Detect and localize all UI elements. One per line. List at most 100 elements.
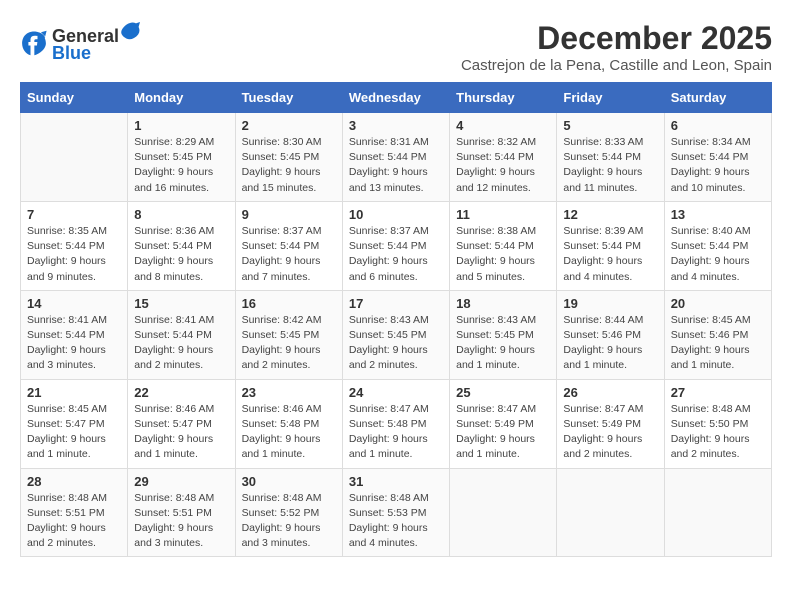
header-thursday: Thursday (450, 83, 557, 113)
table-row: 27 Sunrise: 8:48 AMSunset: 5:50 PMDaylig… (664, 379, 771, 468)
day-info: Sunrise: 8:38 AMSunset: 5:44 PMDaylight:… (456, 225, 536, 283)
day-number: 1 (134, 118, 228, 133)
header-saturday: Saturday (664, 83, 771, 113)
day-info: Sunrise: 8:36 AMSunset: 5:44 PMDaylight:… (134, 225, 214, 283)
day-number: 27 (671, 385, 765, 400)
table-row: 1 Sunrise: 8:29 AMSunset: 5:45 PMDayligh… (128, 113, 235, 202)
header-wednesday: Wednesday (342, 83, 449, 113)
day-info: Sunrise: 8:47 AMSunset: 5:48 PMDaylight:… (349, 403, 429, 461)
day-info: Sunrise: 8:40 AMSunset: 5:44 PMDaylight:… (671, 225, 751, 283)
day-info: Sunrise: 8:37 AMSunset: 5:44 PMDaylight:… (242, 225, 322, 283)
day-info: Sunrise: 8:31 AMSunset: 5:44 PMDaylight:… (349, 136, 429, 194)
table-row: 29 Sunrise: 8:48 AMSunset: 5:51 PMDaylig… (128, 468, 235, 557)
logo-wordmark: General Blue (52, 20, 141, 64)
day-number: 9 (242, 207, 336, 222)
table-row: 13 Sunrise: 8:40 AMSunset: 5:44 PMDaylig… (664, 201, 771, 290)
logo-icon (20, 28, 48, 56)
table-row: 4 Sunrise: 8:32 AMSunset: 5:44 PMDayligh… (450, 113, 557, 202)
calendar-table: Sunday Monday Tuesday Wednesday Thursday… (20, 82, 772, 557)
day-number: 20 (671, 296, 765, 311)
day-number: 2 (242, 118, 336, 133)
day-info: Sunrise: 8:42 AMSunset: 5:45 PMDaylight:… (242, 314, 322, 372)
table-row: 22 Sunrise: 8:46 AMSunset: 5:47 PMDaylig… (128, 379, 235, 468)
day-info: Sunrise: 8:32 AMSunset: 5:44 PMDaylight:… (456, 136, 536, 194)
table-row: 5 Sunrise: 8:33 AMSunset: 5:44 PMDayligh… (557, 113, 664, 202)
day-number: 7 (27, 207, 121, 222)
header-monday: Monday (128, 83, 235, 113)
day-info: Sunrise: 8:46 AMSunset: 5:47 PMDaylight:… (134, 403, 214, 461)
day-number: 13 (671, 207, 765, 222)
calendar-week-2: 7 Sunrise: 8:35 AMSunset: 5:44 PMDayligh… (21, 201, 772, 290)
day-number: 23 (242, 385, 336, 400)
day-number: 30 (242, 474, 336, 489)
table-row (21, 113, 128, 202)
table-row: 21 Sunrise: 8:45 AMSunset: 5:47 PMDaylig… (21, 379, 128, 468)
month-title: December 2025 (461, 20, 772, 57)
table-row: 7 Sunrise: 8:35 AMSunset: 5:44 PMDayligh… (21, 201, 128, 290)
day-info: Sunrise: 8:43 AMSunset: 5:45 PMDaylight:… (349, 314, 429, 372)
day-number: 8 (134, 207, 228, 222)
table-row: 30 Sunrise: 8:48 AMSunset: 5:52 PMDaylig… (235, 468, 342, 557)
table-row: 10 Sunrise: 8:37 AMSunset: 5:44 PMDaylig… (342, 201, 449, 290)
day-info: Sunrise: 8:33 AMSunset: 5:44 PMDaylight:… (563, 136, 643, 194)
day-info: Sunrise: 8:41 AMSunset: 5:44 PMDaylight:… (134, 314, 214, 372)
table-row: 3 Sunrise: 8:31 AMSunset: 5:44 PMDayligh… (342, 113, 449, 202)
day-info: Sunrise: 8:48 AMSunset: 5:53 PMDaylight:… (349, 492, 429, 550)
calendar-week-5: 28 Sunrise: 8:48 AMSunset: 5:51 PMDaylig… (21, 468, 772, 557)
table-row: 24 Sunrise: 8:47 AMSunset: 5:48 PMDaylig… (342, 379, 449, 468)
table-row: 11 Sunrise: 8:38 AMSunset: 5:44 PMDaylig… (450, 201, 557, 290)
day-info: Sunrise: 8:39 AMSunset: 5:44 PMDaylight:… (563, 225, 643, 283)
header-tuesday: Tuesday (235, 83, 342, 113)
table-row: 14 Sunrise: 8:41 AMSunset: 5:44 PMDaylig… (21, 290, 128, 379)
logo-blue: Blue (52, 43, 91, 63)
day-info: Sunrise: 8:48 AMSunset: 5:52 PMDaylight:… (242, 492, 322, 550)
table-row (450, 468, 557, 557)
day-number: 19 (563, 296, 657, 311)
day-number: 15 (134, 296, 228, 311)
calendar-header-row: Sunday Monday Tuesday Wednesday Thursday… (21, 83, 772, 113)
table-row: 16 Sunrise: 8:42 AMSunset: 5:45 PMDaylig… (235, 290, 342, 379)
day-number: 18 (456, 296, 550, 311)
header-friday: Friday (557, 83, 664, 113)
day-number: 25 (456, 385, 550, 400)
day-number: 26 (563, 385, 657, 400)
day-number: 4 (456, 118, 550, 133)
table-row: 28 Sunrise: 8:48 AMSunset: 5:51 PMDaylig… (21, 468, 128, 557)
day-info: Sunrise: 8:45 AMSunset: 5:47 PMDaylight:… (27, 403, 107, 461)
day-number: 17 (349, 296, 443, 311)
day-number: 22 (134, 385, 228, 400)
day-number: 29 (134, 474, 228, 489)
day-number: 21 (27, 385, 121, 400)
table-row (664, 468, 771, 557)
day-info: Sunrise: 8:44 AMSunset: 5:46 PMDaylight:… (563, 314, 643, 372)
day-number: 5 (563, 118, 657, 133)
table-row: 25 Sunrise: 8:47 AMSunset: 5:49 PMDaylig… (450, 379, 557, 468)
day-info: Sunrise: 8:48 AMSunset: 5:50 PMDaylight:… (671, 403, 751, 461)
table-row: 12 Sunrise: 8:39 AMSunset: 5:44 PMDaylig… (557, 201, 664, 290)
table-row: 20 Sunrise: 8:45 AMSunset: 5:46 PMDaylig… (664, 290, 771, 379)
calendar-week-1: 1 Sunrise: 8:29 AMSunset: 5:45 PMDayligh… (21, 113, 772, 202)
day-info: Sunrise: 8:34 AMSunset: 5:44 PMDaylight:… (671, 136, 751, 194)
day-info: Sunrise: 8:48 AMSunset: 5:51 PMDaylight:… (27, 492, 107, 550)
table-row: 19 Sunrise: 8:44 AMSunset: 5:46 PMDaylig… (557, 290, 664, 379)
day-info: Sunrise: 8:47 AMSunset: 5:49 PMDaylight:… (456, 403, 536, 461)
table-row: 2 Sunrise: 8:30 AMSunset: 5:45 PMDayligh… (235, 113, 342, 202)
header: General Blue December 2025 Castrejon de … (20, 20, 772, 74)
day-info: Sunrise: 8:35 AMSunset: 5:44 PMDaylight:… (27, 225, 107, 283)
day-info: Sunrise: 8:43 AMSunset: 5:45 PMDaylight:… (456, 314, 536, 372)
table-row: 23 Sunrise: 8:46 AMSunset: 5:48 PMDaylig… (235, 379, 342, 468)
day-info: Sunrise: 8:30 AMSunset: 5:45 PMDaylight:… (242, 136, 322, 194)
table-row: 18 Sunrise: 8:43 AMSunset: 5:45 PMDaylig… (450, 290, 557, 379)
table-row: 15 Sunrise: 8:41 AMSunset: 5:44 PMDaylig… (128, 290, 235, 379)
table-row: 8 Sunrise: 8:36 AMSunset: 5:44 PMDayligh… (128, 201, 235, 290)
day-number: 28 (27, 474, 121, 489)
day-number: 16 (242, 296, 336, 311)
day-info: Sunrise: 8:41 AMSunset: 5:44 PMDaylight:… (27, 314, 107, 372)
table-row: 26 Sunrise: 8:47 AMSunset: 5:49 PMDaylig… (557, 379, 664, 468)
table-row: 31 Sunrise: 8:48 AMSunset: 5:53 PMDaylig… (342, 468, 449, 557)
day-info: Sunrise: 8:48 AMSunset: 5:51 PMDaylight:… (134, 492, 214, 550)
calendar-week-4: 21 Sunrise: 8:45 AMSunset: 5:47 PMDaylig… (21, 379, 772, 468)
day-number: 31 (349, 474, 443, 489)
day-info: Sunrise: 8:47 AMSunset: 5:49 PMDaylight:… (563, 403, 643, 461)
day-number: 6 (671, 118, 765, 133)
